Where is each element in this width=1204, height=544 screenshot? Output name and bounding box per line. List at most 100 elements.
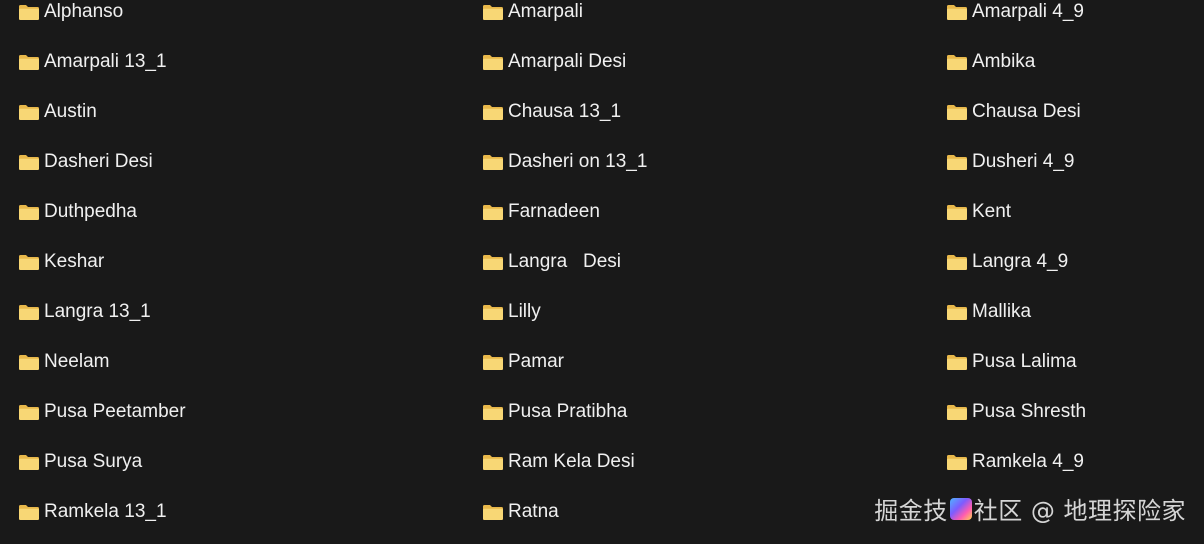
folder-icon: [19, 355, 39, 370]
folder-label: Ramkela 4_9: [972, 451, 1084, 472]
folder-label: Langra 4_9: [972, 251, 1069, 272]
folder-icon: [483, 205, 503, 220]
folder-icon: [19, 255, 39, 270]
folder-label: Ram Kela Desi: [508, 451, 635, 472]
folder-item[interactable]: Pusa Pratibha: [482, 395, 627, 429]
folder-item[interactable]: Austin: [18, 95, 97, 129]
folder-item[interactable]: Dusheri 4_9: [946, 145, 1074, 179]
folder-item[interactable]: Neelam: [18, 345, 109, 379]
folder-icon: [19, 455, 39, 470]
folder-icon: [483, 55, 503, 70]
folder-icon: [19, 505, 39, 520]
folder-item[interactable]: Chausa Desi: [946, 95, 1081, 129]
folder-label: Mallika: [972, 301, 1032, 322]
folder-icon: [483, 455, 503, 470]
folder-icon: [19, 105, 39, 120]
folder-item[interactable]: Keshar: [18, 245, 104, 279]
folder-item[interactable]: Ratna: [482, 495, 559, 529]
folder-icon: [947, 155, 967, 170]
folder-label: Amarpali Desi: [508, 51, 627, 72]
folder-label: Pusa Surya: [44, 451, 143, 472]
folder-item[interactable]: Langra 13_1: [18, 295, 151, 329]
folder-item[interactable]: Amarpali 13_1: [18, 45, 167, 79]
folder-item[interactable]: Dasheri Desi: [18, 145, 153, 179]
folder-label: Austin: [44, 101, 97, 122]
folder-label: Dasheri Desi: [44, 151, 153, 172]
folder-item[interactable]: Alphanso: [18, 0, 123, 29]
folder-label: Langra Desi: [508, 251, 622, 272]
folder-item[interactable]: Amarpali Desi: [482, 45, 626, 79]
watermark-logo-icon: [949, 497, 972, 520]
folder-icon: [483, 105, 503, 120]
folder-icon: [19, 205, 39, 220]
folder-icon: [483, 405, 503, 420]
folder-item[interactable]: Ramkela 13_1: [18, 495, 167, 529]
folder-label: Pusa Peetamber: [44, 401, 186, 422]
folder-item[interactable]: Pusa Peetamber: [18, 395, 186, 429]
folder-icon: [19, 55, 39, 70]
folder-label: Pusa Shresth: [972, 401, 1087, 422]
folder-item[interactable]: Langra 4_9: [946, 245, 1068, 279]
folder-icon: [947, 405, 967, 420]
folder-label: Ambika: [972, 51, 1036, 72]
watermark-left-text: 掘金技: [874, 497, 948, 525]
folder-item[interactable]: Mallika: [946, 295, 1031, 329]
folder-item[interactable]: Duthpedha: [18, 195, 137, 229]
folder-label: Ramkela 13_1: [44, 501, 167, 522]
folder-label: Amarpali: [508, 1, 583, 22]
file-explorer-view: Alphanso Amarpali Amarpali 4_9 Amarpali 13_…: [0, 0, 1204, 544]
folder-label: Ratna: [508, 501, 559, 522]
folder-item[interactable]: Pusa Shresth: [946, 395, 1086, 429]
folder-item[interactable]: Amarpali 4_9: [946, 0, 1084, 29]
folder-label: Lilly: [508, 301, 541, 322]
folder-label: Chausa 13_1: [508, 101, 622, 122]
folder-icon: [947, 105, 967, 120]
folder-icon: [19, 5, 39, 20]
folder-icon: [947, 205, 967, 220]
folder-icon: [483, 505, 503, 520]
folder-label: Pusa Pratibha: [508, 401, 628, 422]
folder-icon: [947, 355, 967, 370]
folder-icon: [483, 155, 503, 170]
folder-item[interactable]: Lilly: [482, 295, 541, 329]
folder-label: Amarpali 4_9: [972, 1, 1084, 22]
folder-label: Chausa Desi: [972, 101, 1081, 122]
folder-label: Duthpedha: [44, 201, 137, 222]
folder-icon: [483, 305, 503, 320]
folder-item[interactable]: Ram Kela Desi: [482, 445, 635, 479]
folder-item[interactable]: Pusa Lalima: [946, 345, 1077, 379]
folder-label: Dusheri 4_9: [972, 151, 1075, 172]
folder-label: Pusa Lalima: [972, 351, 1077, 372]
folder-item[interactable]: Kent: [946, 195, 1011, 229]
folder-item[interactable]: Pamar: [482, 345, 564, 379]
folder-grid: Alphanso Amarpali Amarpali 4_9 Amarpali 13_…: [0, 0, 1204, 544]
folder-label: Langra 13_1: [44, 301, 151, 322]
watermark-right-text: 社区 @ 地理探险家: [973, 497, 1186, 525]
folder-label: Dasheri on 13_1: [508, 151, 648, 172]
folder-item[interactable]: Ramkela 4_9: [946, 445, 1084, 479]
folder-icon: [19, 305, 39, 320]
folder-item[interactable]: Chausa 13_1: [482, 95, 621, 129]
folder-icon: [947, 5, 967, 20]
folder-item[interactable]: Pusa Surya: [18, 445, 142, 479]
folder-icon: [19, 405, 39, 420]
folder-item[interactable]: Amarpali: [482, 0, 583, 29]
folder-label: Amarpali 13_1: [44, 51, 167, 72]
folder-item[interactable]: Ambika: [946, 45, 1035, 79]
folder-label: Keshar: [44, 251, 105, 272]
folder-label: Neelam: [44, 351, 110, 372]
folder-icon: [947, 255, 967, 270]
folder-item[interactable]: Dasheri on 13_1: [482, 145, 647, 179]
folder-icon: [483, 355, 503, 370]
folder-label: Farnadeen: [508, 201, 600, 222]
folder-label: Pamar: [508, 351, 564, 372]
folder-icon: [947, 455, 967, 470]
folder-item[interactable]: Langra Desi: [482, 245, 621, 279]
folder-label: Kent: [972, 201, 1012, 222]
folder-icon: [947, 305, 967, 320]
folder-item[interactable]: Farnadeen: [482, 195, 600, 229]
folder-icon: [947, 55, 967, 70]
folder-label: Alphanso: [44, 1, 124, 22]
folder-icon: [19, 155, 39, 170]
folder-icon: [483, 255, 503, 270]
